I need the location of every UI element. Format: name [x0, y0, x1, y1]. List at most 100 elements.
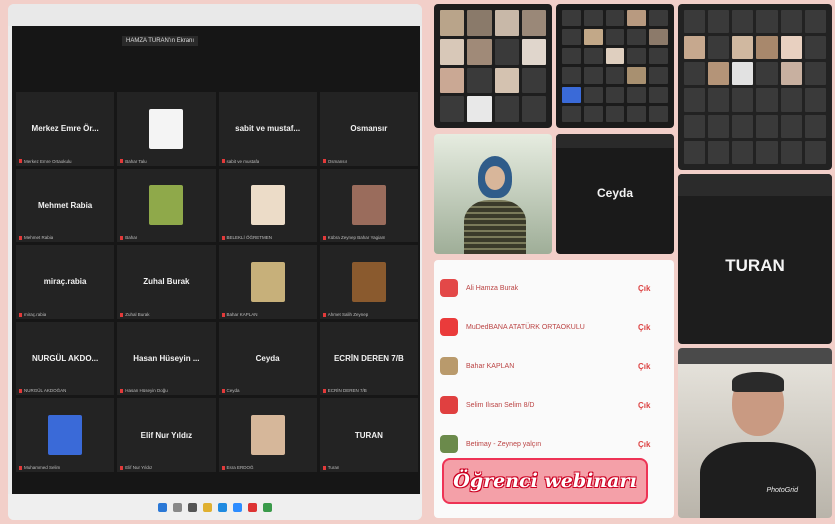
participant-caption: Ahmet Salih Zeynep	[322, 312, 368, 317]
participant-name: Elif Nur Yıldız	[140, 430, 193, 440]
mic-muted-icon	[19, 236, 22, 240]
participant-tile[interactable]: Muhammed Selim	[16, 398, 115, 472]
task-view-icon[interactable]	[188, 502, 197, 512]
participant-caption: NURGÜL AKDOĞAN	[19, 388, 66, 393]
zoom-icon[interactable]	[233, 502, 242, 512]
participant-caption: sabit ve mustafa	[221, 159, 259, 164]
participant-tile[interactable]: Hasan Hüseyin ... Hasan Hüseyin Doğu	[117, 321, 216, 396]
participant-caption: Bahar KAPLAN	[221, 312, 258, 317]
participant-video-thumb	[250, 185, 285, 226]
exit-status[interactable]: Çık	[638, 362, 666, 371]
mini-gallery	[562, 10, 668, 122]
start-icon[interactable]	[158, 502, 167, 512]
participant-tile[interactable]: Merkez Emre Ör... Merkez Emre Ortaokulu	[16, 92, 115, 166]
tile-header	[678, 348, 832, 364]
participant-tile[interactable]: Bahar Talu	[117, 92, 216, 166]
avatar	[440, 435, 458, 453]
participant-tile[interactable]: Zuhal Burak Zuhal Burak	[117, 245, 216, 319]
participant-name: TURAN	[354, 430, 383, 440]
mic-muted-icon	[19, 465, 22, 470]
participant-tile[interactable]: Bahar KAPLAN	[218, 245, 317, 319]
body-shape	[700, 442, 816, 518]
app-icon[interactable]	[263, 502, 272, 512]
participant-tile[interactable]: Ahmet Salih Zeynep	[319, 245, 418, 319]
participant-tile[interactable]: Kübra Zeynep Bahar Yagiam	[319, 168, 418, 243]
participant-tile[interactable]: Ceyda Ceyda	[218, 321, 317, 396]
participant-tile[interactable]: sabit ve mustaf... sabit ve mustafa	[218, 92, 317, 166]
mic-muted-icon	[120, 312, 124, 317]
participant-caption: Turan	[322, 465, 339, 470]
mic-muted-icon	[221, 312, 225, 317]
mic-muted-icon	[322, 465, 326, 470]
participant-tile[interactable]: miraç.rabia miraç.rabia	[16, 245, 115, 319]
exit-status[interactable]: Çık	[638, 284, 666, 293]
participant-caption: BELEKLİ ÖĞRETMEN	[221, 235, 272, 240]
list-item-name: Bahar KAPLAN	[466, 362, 515, 370]
participant-video-thumb	[149, 185, 184, 226]
folder-icon[interactable]	[203, 502, 212, 512]
participant-caption: Ceyda	[221, 388, 240, 393]
participant-caption: ECRİN DEREN 7/B	[322, 388, 367, 394]
gallery-photo-2	[556, 4, 674, 128]
mic-muted-icon	[120, 159, 124, 164]
participant-caption: Bahar	[120, 235, 137, 240]
mic-muted-icon	[322, 389, 326, 394]
participant-video-thumb	[149, 108, 184, 149]
exit-status[interactable]: Çık	[638, 440, 666, 449]
avatar	[440, 279, 458, 297]
webinar-banner: Öğrenci webinarı	[442, 458, 648, 504]
participant-caption: Kübra Zeynep Bahar Yagiam	[322, 235, 385, 240]
participant-tile[interactable]: ECRİN DEREN 7/B ECRİN DEREN 7/B	[319, 321, 418, 396]
mic-muted-icon	[19, 159, 22, 164]
gallery-area: HAMZA TURAN'ın Ekranı Merkez Emre Ör... M…	[12, 26, 420, 498]
participant-video-thumb	[250, 415, 285, 456]
participant-tile[interactable]: BELEKLİ ÖĞRETMEN	[218, 168, 317, 243]
participant-name: Merkez Emre Ör...	[31, 124, 99, 134]
turan-tile: TURAN	[678, 174, 832, 344]
participant-caption: Zuhal Burak	[120, 312, 150, 317]
participant-name: sabit ve mustaf...	[235, 124, 301, 134]
ceyda-name: Ceyda	[596, 186, 634, 200]
participant-name: Ceyda	[255, 354, 280, 364]
gallery-photo-3	[678, 4, 832, 170]
participant-name: ECRİN DEREN 7/B	[333, 354, 404, 364]
mic-muted-icon	[19, 389, 22, 394]
body-shape	[464, 200, 526, 254]
tile-header	[678, 174, 832, 196]
participant-tile[interactable]: Bahar	[117, 168, 216, 243]
participant-tile[interactable]: Mehmet Rabia Mehmet Rabia	[16, 168, 115, 243]
window-titlebar	[8, 4, 422, 26]
participant-tile[interactable]: NURGÜL AKDO... NURGÜL AKDOĞAN	[16, 321, 115, 396]
participant-caption: Bahar Talu	[120, 159, 147, 164]
browser-icon[interactable]	[218, 502, 227, 512]
participant-caption: Mehmet Rabia	[19, 235, 53, 240]
exit-status[interactable]: Çık	[638, 401, 666, 410]
participant-name: NURGÜL AKDO...	[32, 354, 99, 364]
list-item[interactable]: Bahar KAPLAN Çık	[440, 354, 666, 378]
turan-name: TURAN	[725, 256, 785, 275]
list-item[interactable]: Selim Ilısan Selim 8/D Çık	[440, 393, 666, 417]
participant-video-thumb	[250, 261, 285, 302]
app-icon[interactable]	[248, 502, 257, 512]
screen-share-label: HAMZA TURAN'ın Ekranı	[122, 36, 199, 46]
participant-caption: Muhammed Selim	[19, 465, 60, 470]
mic-muted-icon	[120, 389, 124, 394]
participant-tile[interactable]: TURAN Turan	[319, 398, 418, 472]
taskbar	[8, 494, 422, 520]
list-item[interactable]: Ali Hamza Burak Çık	[440, 276, 666, 300]
exit-status[interactable]: Çık	[638, 323, 666, 332]
list-item[interactable]: Betimay - Zeynep yalçın Çık	[440, 432, 666, 456]
mic-muted-icon	[19, 312, 22, 317]
mini-gallery	[440, 10, 546, 122]
list-item[interactable]: MuDedBANA ATATÜRK ORTAOKULU Çık	[440, 315, 666, 339]
participant-tile[interactable]: Osmansır Osmansır	[319, 92, 418, 166]
participant-caption: Hasan Hüseyin Doğu	[120, 388, 168, 393]
search-icon[interactable]	[173, 502, 182, 512]
participant-tile[interactable]: Esra ERDOĞ	[218, 398, 317, 472]
mic-muted-icon	[221, 465, 225, 470]
participant-name: Mehmet Rabia	[38, 200, 93, 210]
participant-caption: miraç.rabia	[19, 312, 46, 317]
mic-muted-icon	[120, 465, 124, 470]
participant-tile[interactable]: Elif Nur Yıldız Elif Nur Yıldız	[117, 398, 216, 472]
mic-muted-icon	[322, 159, 326, 164]
